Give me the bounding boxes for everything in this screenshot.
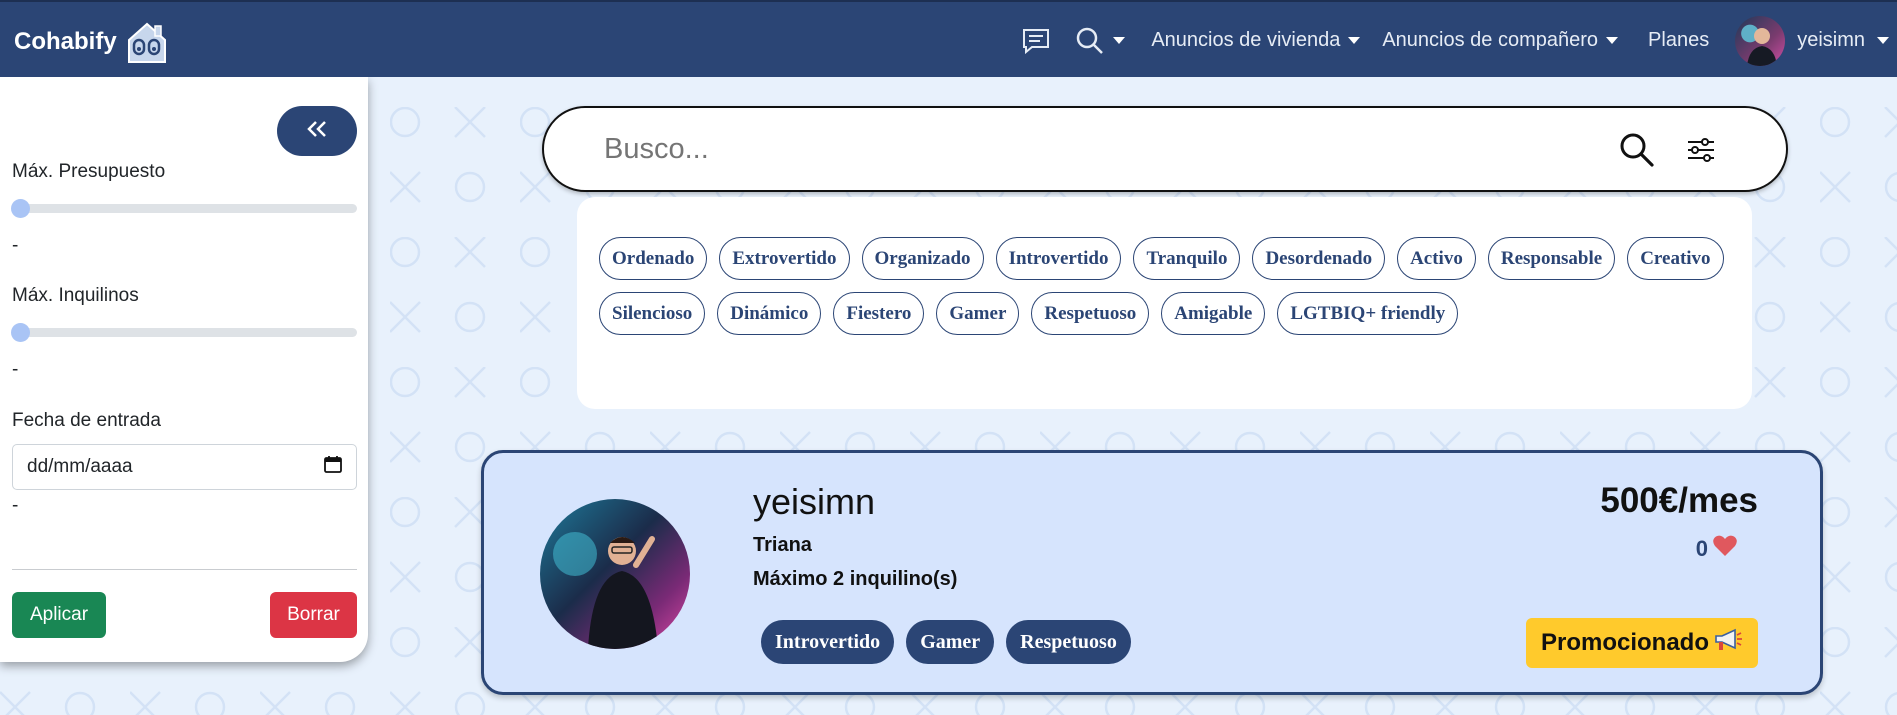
avatar bbox=[1735, 15, 1786, 66]
avatar bbox=[540, 499, 690, 649]
budget-label: Máx. Presupuesto bbox=[12, 161, 166, 182]
tag-chip[interactable]: LGTBIQ+ friendly bbox=[1277, 292, 1459, 335]
date-label: Fecha de entrada bbox=[12, 410, 161, 431]
nav-housing-label: Anuncios de vivienda bbox=[1151, 29, 1341, 51]
tag-chip[interactable]: Tranquilo bbox=[1133, 237, 1241, 280]
apply-button[interactable]: Aplicar bbox=[12, 592, 106, 638]
listing-username: yeisimn bbox=[753, 481, 876, 522]
divider bbox=[12, 569, 357, 570]
chevron-down-icon bbox=[1113, 37, 1126, 44]
listing-tag: Gamer bbox=[906, 620, 995, 664]
tag-chip[interactable]: Creativo bbox=[1627, 237, 1724, 280]
chat-icon[interactable] bbox=[1021, 26, 1051, 56]
sliders-icon[interactable] bbox=[1685, 134, 1717, 166]
tag-chip[interactable]: Introvertido bbox=[995, 237, 1122, 280]
brand-name: Cohabify bbox=[14, 28, 117, 55]
brand-link[interactable]: Cohabify bbox=[14, 20, 169, 64]
tenants-label: Máx. Inquilinos bbox=[12, 285, 139, 306]
tag-chip[interactable]: Dinámico bbox=[717, 292, 822, 335]
date-field[interactable]: dd/mm/aaaa bbox=[12, 444, 357, 490]
megaphone-icon bbox=[1713, 627, 1743, 660]
top-navbar: Cohabify Anuncios de vivienda Anuncios d… bbox=[0, 0, 1897, 77]
date-placeholder: dd/mm/aaaa bbox=[27, 456, 133, 477]
tag-chip[interactable]: Desordenado bbox=[1252, 237, 1386, 280]
tag-chip[interactable]: Respetuoso bbox=[1031, 292, 1150, 335]
tag-chip[interactable]: Amigable bbox=[1161, 292, 1266, 335]
roommate-listing-card[interactable]: yeisimn Triana Máximo 2 inquilino(s) Int… bbox=[481, 450, 1823, 695]
like-counter[interactable]: 0 bbox=[1696, 534, 1738, 564]
tenants-slider[interactable] bbox=[11, 323, 357, 342]
budget-slider[interactable] bbox=[11, 199, 357, 218]
heart-icon[interactable] bbox=[1712, 534, 1738, 564]
listing-max-tenants: Máximo 2 inquilino(s) bbox=[753, 568, 958, 590]
tag-chip[interactable]: Organizado bbox=[861, 237, 984, 280]
tag-chip[interactable]: Fiestero bbox=[833, 292, 925, 335]
clear-button[interactable]: Borrar bbox=[270, 592, 357, 638]
search-input[interactable] bbox=[604, 126, 1504, 172]
like-count: 0 bbox=[1695, 536, 1708, 561]
tag-filter-panel: Ordenado Extrovertido Organizado Introverti… bbox=[577, 197, 1752, 409]
search-icon[interactable] bbox=[1619, 132, 1655, 168]
nav-plans[interactable]: Planes bbox=[1648, 29, 1709, 52]
listing-tag: Introvertido bbox=[761, 620, 895, 664]
tag-chip[interactable]: Silencioso bbox=[599, 292, 706, 335]
filter-sidebar: Máx. Presupuesto - Máx. Inquilinos - Fec… bbox=[0, 77, 368, 662]
search-bar bbox=[542, 106, 1788, 192]
listing-price: 500€/mes bbox=[1600, 481, 1758, 520]
navbar-right: Anuncios de vivienda Anuncios de compañe… bbox=[1021, 2, 1897, 79]
listing-tag: Respetuoso bbox=[1006, 620, 1131, 664]
tag-chip[interactable]: Responsable bbox=[1487, 237, 1616, 280]
budget-slider-thumb[interactable] bbox=[11, 199, 30, 218]
search-icon bbox=[1075, 26, 1105, 56]
tag-chip[interactable]: Extrovertido bbox=[719, 237, 850, 280]
nav-housing-ads[interactable]: Anuncios de vivienda bbox=[1151, 29, 1361, 52]
tag-list: Ordenado Extrovertido Organizado Introverti… bbox=[599, 237, 1730, 335]
username: yeisimn bbox=[1797, 29, 1865, 51]
budget-value: - bbox=[12, 235, 19, 256]
tag-chip[interactable]: Gamer bbox=[936, 292, 1020, 335]
house-logo-icon bbox=[125, 20, 169, 64]
listing-area: Triana bbox=[753, 534, 812, 556]
calendar-icon[interactable] bbox=[324, 455, 342, 479]
search-dropdown[interactable] bbox=[1075, 26, 1126, 56]
user-menu[interactable]: yeisimn bbox=[1735, 15, 1889, 66]
chevron-down-icon bbox=[1877, 37, 1889, 44]
chevron-down-icon bbox=[1348, 37, 1361, 44]
collapse-sidebar-button[interactable] bbox=[277, 106, 357, 156]
double-chevron-left-icon bbox=[306, 120, 328, 143]
promoted-label: Promocionado bbox=[1540, 629, 1709, 656]
tenants-value: - bbox=[12, 359, 19, 380]
promoted-badge: Promocionado bbox=[1526, 618, 1758, 668]
chevron-down-icon bbox=[1606, 37, 1619, 44]
nav-roommate-ads[interactable]: Anuncios de compañero bbox=[1382, 29, 1619, 52]
listing-tags: Introvertido Gamer Respetuoso bbox=[761, 620, 1131, 664]
tag-chip[interactable]: Activo bbox=[1397, 237, 1476, 280]
date-value: - bbox=[12, 495, 19, 516]
tenants-slider-thumb[interactable] bbox=[11, 323, 30, 342]
nav-roommate-label: Anuncios de compañero bbox=[1382, 29, 1599, 51]
nav-plans-label: Planes bbox=[1648, 29, 1710, 51]
tag-chip[interactable]: Ordenado bbox=[599, 237, 708, 280]
